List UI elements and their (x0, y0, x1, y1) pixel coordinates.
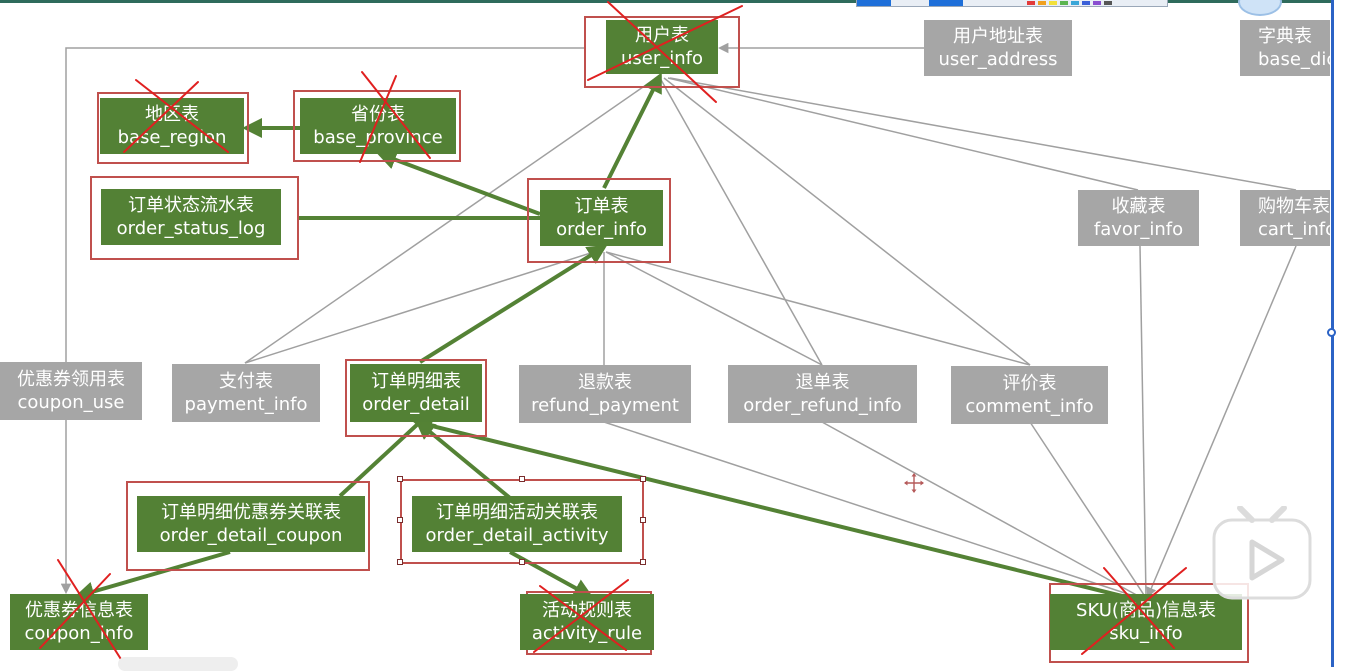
cross-mark-sku-info (1081, 567, 1187, 655)
cross-mark-user-info (587, 5, 743, 81)
play-icon[interactable] (1212, 506, 1312, 601)
cross-mark-base-province (361, 71, 431, 159)
cross-mark-coupon-info (57, 559, 125, 665)
cross-mark-user-info (607, 1, 717, 103)
scrollbar-track (1334, 0, 1350, 667)
scroll-indicator (118, 657, 238, 671)
cross-mark-base-province (359, 75, 397, 163)
splitter-handle[interactable] (1327, 328, 1336, 337)
move-cursor-icon (904, 473, 924, 493)
cross-mark-base-region (135, 79, 229, 153)
cross-marks (39, 1, 1187, 665)
cross-mark-activity-rule (539, 585, 627, 651)
cross-mark-base-region (123, 81, 199, 153)
